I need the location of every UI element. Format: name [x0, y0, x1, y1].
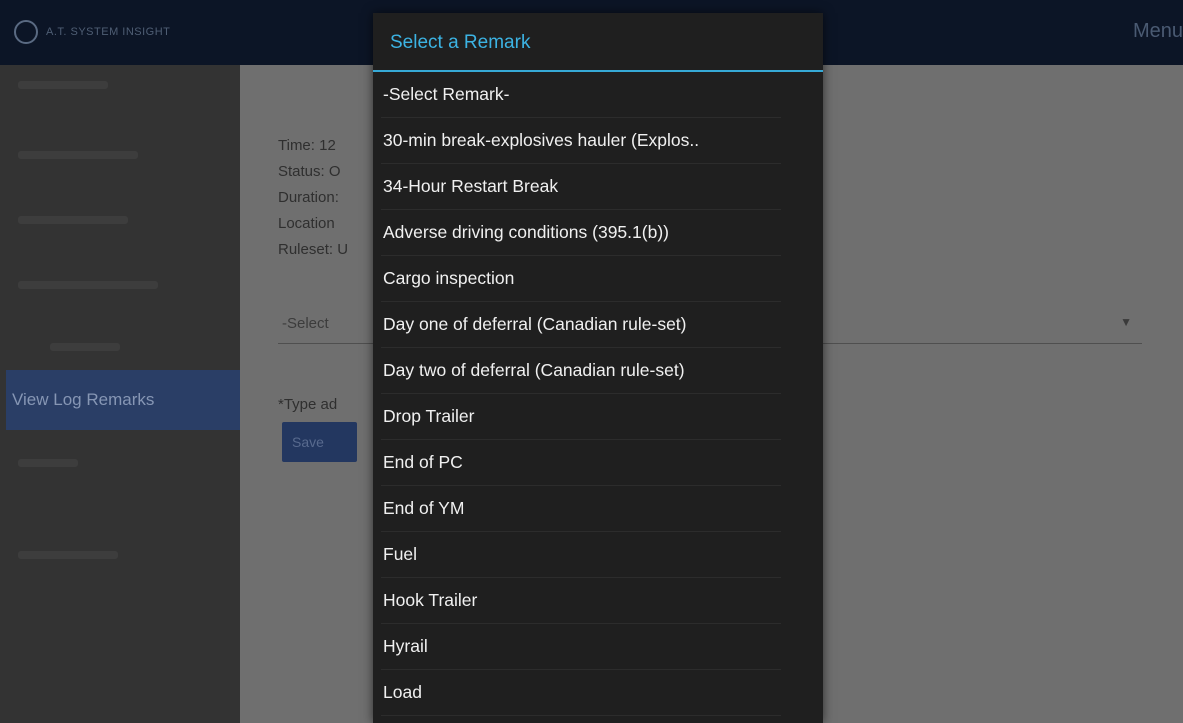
remark-option[interactable]: Hyrail — [381, 624, 781, 670]
remark-option[interactable]: Cargo inspection — [381, 256, 781, 302]
select-remark-dialog: Select a Remark -Select Remark- 30-min b… — [373, 13, 823, 723]
sidebar-item[interactable] — [0, 265, 240, 305]
type-remark-label: *Type ad — [278, 396, 338, 413]
remark-select-value: -Select — [282, 315, 329, 332]
remark-option[interactable]: Hook Trailer — [381, 578, 781, 624]
remark-option[interactable]: Adverse driving conditions (395.1(b)) — [381, 210, 781, 256]
remark-option-label: Hyrail — [383, 636, 428, 656]
remark-option-label: 34-Hour Restart Break — [383, 176, 559, 196]
sidebar-item-placeholder — [18, 81, 108, 89]
remark-option-label: Adverse driving conditions (395.1(b)) — [383, 222, 669, 242]
chevron-down-icon: ▼ — [1120, 315, 1132, 329]
sidebar-item[interactable] — [0, 65, 240, 105]
sidebar-item-placeholder — [18, 216, 128, 224]
logo-text: A.T. SYSTEM INSIGHT — [46, 26, 171, 38]
sidebar-item[interactable] — [0, 327, 240, 367]
remark-option[interactable]: Day two of deferral (Canadian rule-set) — [381, 348, 781, 394]
remark-option[interactable]: -Select Remark- — [381, 72, 781, 118]
sidebar-item-placeholder — [18, 151, 138, 159]
remark-option-label: Day two of deferral (Canadian rule-set) — [383, 360, 685, 380]
sidebar-item[interactable] — [0, 200, 240, 240]
sidebar-item-label: View Log Remarks — [12, 390, 155, 409]
menu-button[interactable]: Menu — [1133, 20, 1183, 43]
sidebar-item-placeholder — [18, 551, 118, 559]
remark-option[interactable]: 34-Hour Restart Break — [381, 164, 781, 210]
remark-option-label: Cargo inspection — [383, 268, 515, 288]
info-duration: Duration: — [278, 189, 339, 206]
remark-option-label: Day one of deferral (Canadian rule-set) — [383, 314, 687, 334]
dialog-title: Select a Remark — [390, 32, 531, 53]
remark-option-label: -Select Remark- — [383, 84, 510, 104]
sidebar: View Log Remarks — [0, 65, 240, 723]
app-logo[interactable]: A.T. SYSTEM INSIGHT — [14, 20, 209, 44]
sidebar-item[interactable] — [0, 443, 240, 483]
sidebar-item[interactable] — [0, 535, 240, 575]
save-button[interactable]: Save — [282, 422, 357, 462]
sidebar-item-placeholder — [18, 459, 78, 467]
logo-icon — [14, 20, 38, 44]
remark-options-list: -Select Remark- 30-min break-explosives … — [373, 72, 823, 716]
sidebar-item-placeholder — [18, 281, 158, 289]
remark-option[interactable]: End of PC — [381, 440, 781, 486]
save-button-label: Save — [292, 434, 324, 450]
remark-option-label: Drop Trailer — [383, 406, 475, 426]
remark-option-label: 30-min break-explosives hauler (Explos.. — [383, 130, 700, 150]
sidebar-item[interactable] — [0, 135, 240, 175]
remark-option[interactable]: End of YM — [381, 486, 781, 532]
info-location: Location — [278, 215, 335, 232]
dialog-header: Select a Remark — [373, 13, 823, 72]
remark-option[interactable]: 30-min break-explosives hauler (Explos.. — [381, 118, 781, 164]
remark-option[interactable]: Fuel — [381, 532, 781, 578]
sidebar-item-placeholder — [50, 343, 120, 351]
remark-option[interactable]: Drop Trailer — [381, 394, 781, 440]
remark-option-label: End of PC — [383, 452, 463, 472]
remark-option[interactable]: Day one of deferral (Canadian rule-set) — [381, 302, 781, 348]
remark-option-label: End of YM — [383, 498, 465, 518]
remark-option[interactable]: Load — [381, 670, 781, 716]
info-status: Status: O — [278, 163, 341, 180]
remark-option-label: Load — [383, 682, 422, 702]
remark-option-label: Hook Trailer — [383, 590, 478, 610]
info-ruleset: Ruleset: U — [278, 241, 349, 258]
sidebar-item-view-log-remarks[interactable]: View Log Remarks — [6, 370, 240, 430]
remark-option-label: Fuel — [383, 544, 418, 564]
info-time: Time: 12 — [278, 137, 336, 154]
